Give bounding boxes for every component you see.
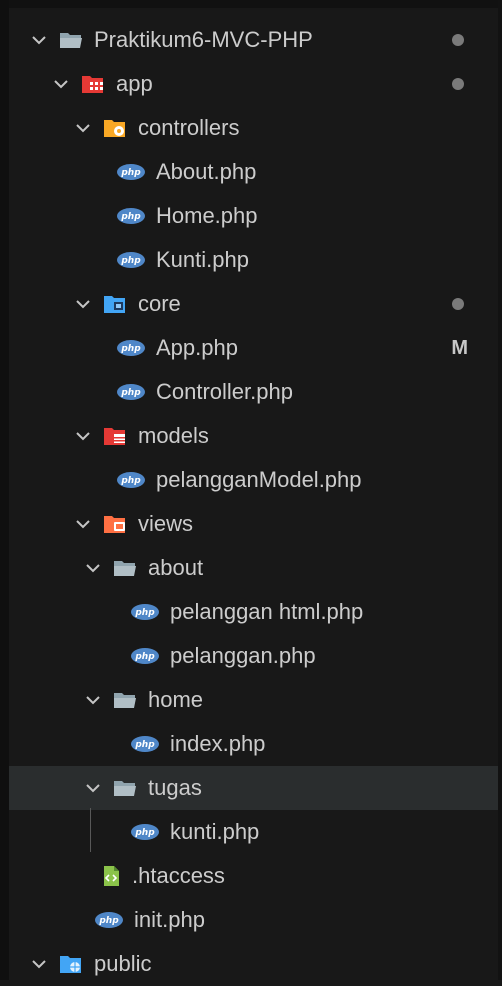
svg-text:php: php	[98, 916, 119, 926]
chevron-down-icon[interactable]	[82, 777, 104, 799]
php-file-icon: php	[116, 469, 146, 491]
tree-row-folder-tugas[interactable]: tugas	[9, 766, 498, 810]
tree-row-file-kunti[interactable]: php Kunti.php	[9, 238, 498, 282]
php-file-icon: php	[130, 645, 160, 667]
tree-row-label: index.php	[170, 731, 266, 756]
chevron-down-icon[interactable]	[72, 117, 94, 139]
svg-text:php: php	[120, 344, 141, 354]
svg-text:php: php	[120, 212, 141, 222]
chevron-down-icon[interactable]	[28, 953, 50, 975]
modified-dot-indicator	[452, 78, 464, 90]
folder-app-icon	[80, 73, 106, 95]
htaccess-file-icon	[100, 865, 122, 887]
folder-open-icon	[112, 777, 138, 799]
tree-row-folder-controllers[interactable]: controllers	[9, 106, 498, 150]
php-file-icon: php	[116, 381, 146, 403]
tree-row-file-about[interactable]: php About.php	[9, 150, 498, 194]
tree-row-label: Controller.php	[156, 379, 293, 404]
folder-open-icon	[112, 689, 138, 711]
tree-row-file-pelanggan-html[interactable]: php pelanggan html.php	[9, 590, 498, 634]
folder-open-icon	[58, 29, 84, 51]
php-file-icon: php	[116, 205, 146, 227]
tree-row-label: models	[138, 423, 209, 448]
chevron-down-icon[interactable]	[72, 425, 94, 447]
svg-text:php: php	[120, 168, 141, 178]
tree-row-folder-views[interactable]: views	[9, 502, 498, 546]
tree-row-label: controllers	[138, 115, 240, 140]
tree-row-file-init[interactable]: php init.php	[9, 898, 498, 942]
chevron-down-icon[interactable]	[50, 73, 72, 95]
explorer-left-edge	[0, 0, 9, 980]
folder-core-icon	[102, 293, 128, 315]
tree-row-label: .htaccess	[132, 863, 225, 888]
tree-row-folder-public[interactable]: public	[9, 942, 498, 986]
tree-row-file-pelanggan-model[interactable]: php pelangganModel.php	[9, 458, 498, 502]
tree-row-label: Home.php	[156, 203, 258, 228]
tree-row-label: public	[94, 951, 152, 976]
folder-controllers-icon	[102, 117, 128, 139]
php-file-icon: php	[130, 601, 160, 623]
tree-row-label: pelanggan html.php	[170, 599, 364, 624]
svg-text:php: php	[120, 256, 141, 266]
tree-row-label: About.php	[156, 159, 257, 184]
svg-text:php: php	[134, 740, 155, 750]
chevron-down-icon[interactable]	[72, 293, 94, 315]
folder-open-icon	[112, 557, 138, 579]
tree-row-file-index[interactable]: php index.php	[9, 722, 498, 766]
tree-row-label: core	[138, 291, 181, 316]
chevron-down-icon[interactable]	[28, 29, 50, 51]
chevron-down-icon[interactable]	[82, 557, 104, 579]
tree-row-folder-about[interactable]: about	[9, 546, 498, 590]
svg-text:php: php	[134, 828, 155, 838]
modified-dot-indicator	[452, 298, 464, 310]
svg-text:php: php	[120, 476, 141, 486]
explorer-right-edge	[498, 0, 502, 980]
tree-row-file-htaccess[interactable]: .htaccess	[9, 854, 498, 898]
git-status-badge: M	[451, 337, 468, 359]
folder-views-icon	[102, 513, 128, 535]
svg-text:php: php	[134, 608, 155, 618]
tree-row-folder-app[interactable]: app	[9, 62, 498, 106]
php-file-icon: php	[130, 821, 160, 843]
tree-row-label: App.php	[156, 335, 238, 360]
tree-row-label: about	[148, 555, 204, 580]
file-explorer: Praktikum6-MVC-PHP app controllers php A…	[0, 0, 502, 980]
tree-row-label: views	[138, 511, 194, 536]
tree-row-label: pelangganModel.php	[156, 467, 362, 492]
chevron-down-icon[interactable]	[72, 513, 94, 535]
folder-public-icon	[58, 953, 84, 975]
tree-row-label: Praktikum6-MVC-PHP	[94, 27, 313, 52]
tree-row-label: home	[148, 687, 204, 712]
tree-row-label: kunti.php	[170, 819, 260, 844]
tree-row-folder-home[interactable]: home	[9, 678, 498, 722]
tree-row-file-home[interactable]: php Home.php	[9, 194, 498, 238]
php-file-icon: php	[94, 909, 124, 931]
tree-row-project-root[interactable]: Praktikum6-MVC-PHP	[9, 18, 498, 62]
tree-row-folder-core[interactable]: core	[9, 282, 498, 326]
tree-row-label: pelanggan.php	[170, 643, 316, 668]
tree-row-label: Kunti.php	[156, 247, 249, 272]
php-file-icon: php	[130, 733, 160, 755]
tree-row-label: app	[116, 71, 153, 96]
tree-row-label: init.php	[134, 907, 205, 932]
tree-row-file-app[interactable]: php App.php M	[9, 326, 498, 370]
php-file-icon: php	[116, 161, 146, 183]
svg-text:php: php	[120, 388, 141, 398]
explorer-top-edge	[0, 0, 502, 8]
php-file-icon: php	[116, 249, 146, 271]
tree-row-file-controller[interactable]: php Controller.php	[9, 370, 498, 414]
tree-row-folder-models[interactable]: models	[9, 414, 498, 458]
tree-row-label: tugas	[148, 775, 202, 800]
svg-text:php: php	[134, 652, 155, 662]
tree-row-file-pelanggan[interactable]: php pelanggan.php	[9, 634, 498, 678]
php-file-icon: php	[116, 337, 146, 359]
chevron-down-icon[interactable]	[82, 689, 104, 711]
modified-dot-indicator	[452, 34, 464, 46]
folder-models-icon	[102, 425, 128, 447]
tree-row-file-kunti-view[interactable]: php kunti.php	[9, 810, 498, 854]
